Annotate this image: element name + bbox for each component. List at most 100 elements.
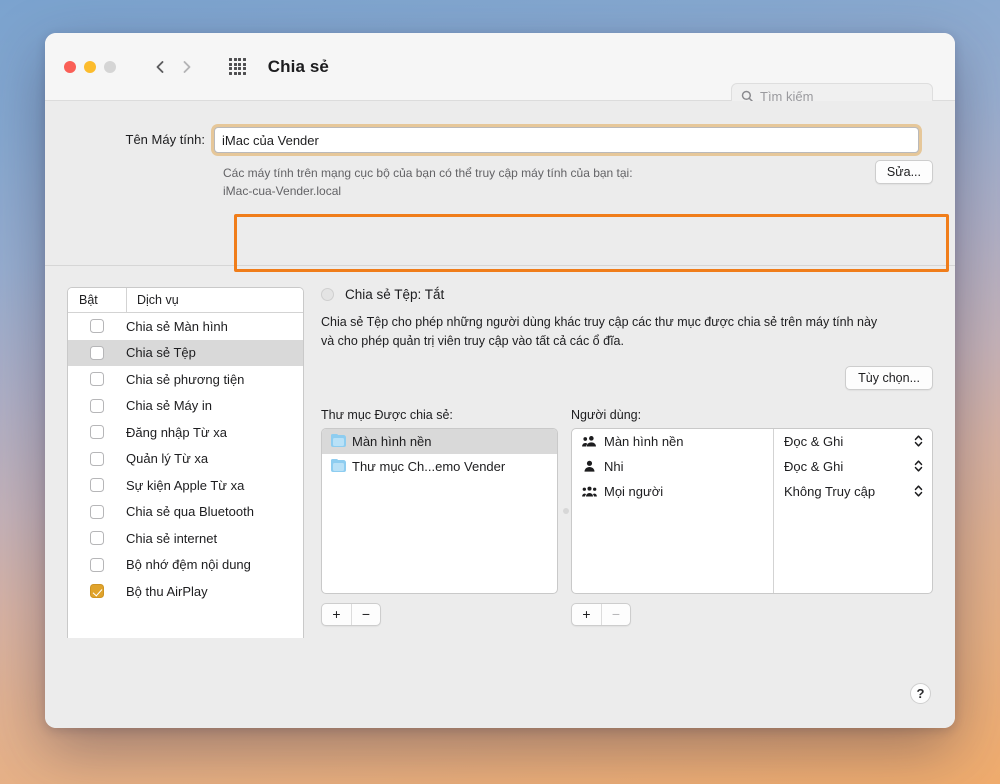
- service-label: Chia sẻ qua Bluetooth: [126, 504, 254, 520]
- service-status-row: Chia sẻ Tệp: Tắt: [321, 287, 933, 302]
- table-row[interactable]: Bộ thu AirPlay: [68, 578, 303, 605]
- permission-value: Không Truy cập: [784, 483, 876, 499]
- service-checkbox-wrap[interactable]: [68, 557, 126, 572]
- chevron-updown-icon[interactable]: [914, 484, 923, 498]
- shared-folders-list[interactable]: Màn hình nền Thư mục Ch...emo Vender: [321, 427, 558, 594]
- sharing-body: Bật Dịch vụ Chia sẻ Màn hình Chia sẻ Tệp…: [45, 266, 955, 638]
- service-checkbox[interactable]: [90, 451, 104, 466]
- table-row[interactable]: Quản lý Từ xa: [68, 446, 303, 473]
- table-row[interactable]: Bộ nhớ đệm nội dung: [68, 552, 303, 579]
- service-checkbox-wrap[interactable]: [68, 345, 126, 360]
- folder-icon: [331, 433, 346, 447]
- service-checkbox[interactable]: [90, 557, 104, 572]
- permission-value: Đọc & Ghi: [784, 458, 844, 474]
- computer-name-value: iMac của Vender: [222, 132, 319, 148]
- options-row: Tùy chọn...: [321, 365, 933, 390]
- computer-name-field[interactable]: iMac của Vender: [214, 127, 919, 153]
- list-item[interactable]: Thư mục Ch...emo Vender: [322, 454, 557, 479]
- column-header-service: Dịch vụ: [126, 288, 303, 312]
- table-row[interactable]: Chia sẻ Màn hình: [68, 313, 303, 340]
- hint-line-2: iMac-cua-Vender.local: [223, 184, 342, 198]
- service-checkbox[interactable]: [90, 504, 104, 519]
- service-checkbox-wrap[interactable]: [68, 425, 126, 440]
- navigation-arrows: [152, 59, 195, 75]
- edit-computer-name-button[interactable]: Sửa...: [874, 160, 933, 184]
- service-checkbox[interactable]: [90, 372, 104, 387]
- service-checkbox[interactable]: [90, 531, 104, 546]
- shared-folders-label: Thư mục Được chia sẻ:: [321, 407, 453, 422]
- table-row[interactable]: Chia sẻ Máy in: [68, 393, 303, 420]
- window-titlebar: Chia sẻ Tìm kiếm: [45, 33, 955, 110]
- user-name: Màn hình nền: [604, 433, 684, 449]
- user-name: Nhi: [604, 458, 624, 474]
- service-label: Chia sẻ Tệp: [126, 345, 196, 361]
- help-button[interactable]: ?: [910, 683, 931, 704]
- remove-folder-button[interactable]: −: [351, 603, 380, 625]
- chevron-left-icon[interactable]: [152, 59, 168, 75]
- table-row[interactable]: Chia sẻ phương tiện: [68, 366, 303, 393]
- computer-name-hint-row: Các máy tính trên mạng cục bộ của bạn có…: [67, 160, 933, 200]
- status-badge: Chia sẻ Tệp: Tắt: [345, 287, 445, 302]
- permission-select[interactable]: Đọc & Ghi: [774, 429, 932, 454]
- service-label: Chia sẻ internet: [126, 530, 218, 546]
- chevron-right-icon[interactable]: [179, 59, 195, 75]
- table-row[interactable]: Chia sẻ qua Bluetooth: [68, 499, 303, 526]
- service-detail-pane: Chia sẻ Tệp: Tắt Chia sẻ Tệp cho phép nh…: [321, 287, 933, 638]
- list-item[interactable]: Màn hình nền: [322, 428, 557, 454]
- lists-row: Màn hình nền Thư mục Ch...emo Vender Màn…: [321, 427, 933, 594]
- window-footer: ?: [45, 638, 955, 728]
- list-resize-handle[interactable]: [560, 428, 571, 594]
- chevron-updown-icon[interactable]: [914, 459, 923, 473]
- table-row[interactable]: Chia sẻ Tệp: [68, 339, 303, 366]
- table-row[interactable]: Sự kiện Apple Từ xa: [68, 472, 303, 499]
- services-table[interactable]: Bật Dịch vụ Chia sẻ Màn hình Chia sẻ Tệp…: [67, 287, 304, 638]
- service-label: Chia sẻ Màn hình: [126, 318, 228, 334]
- add-user-button[interactable]: +: [572, 604, 601, 625]
- hint-line-1: Các máy tính trên mạng cục bộ của bạn có…: [223, 166, 633, 180]
- service-label: Bộ nhớ đệm nội dung: [126, 557, 251, 573]
- service-status-indicator[interactable]: [321, 288, 334, 301]
- service-checkbox[interactable]: [90, 425, 104, 440]
- grid-apps-icon[interactable]: [229, 58, 246, 75]
- table-row[interactable]: Đăng nhập Từ xa: [68, 419, 303, 446]
- users-list[interactable]: Màn hình nền Nhi Mọi người Đọc & Ghi Đọc…: [571, 427, 933, 594]
- service-checkbox[interactable]: [90, 398, 104, 413]
- group-icon: [582, 436, 596, 447]
- service-checkbox-wrap[interactable]: [68, 372, 126, 387]
- service-checkbox[interactable]: [90, 345, 104, 360]
- service-label: Bộ thu AirPlay: [126, 583, 208, 599]
- service-checkbox-wrap[interactable]: [68, 398, 126, 413]
- list-item[interactable]: Nhi: [572, 454, 773, 479]
- list-controls-row: + − + −: [321, 602, 933, 626]
- service-checkbox-wrap[interactable]: [68, 478, 126, 493]
- everyone-icon: [582, 486, 597, 497]
- computer-name-row: Tên Máy tính: iMac của Vender: [67, 127, 933, 153]
- minimize-window-button[interactable]: [84, 60, 96, 73]
- add-folder-button[interactable]: +: [322, 604, 351, 625]
- list-labels-row: Thư mục Được chia sẻ: Người dùng:: [321, 408, 933, 422]
- service-checkbox-wrap[interactable]: [68, 584, 126, 599]
- service-checkbox-wrap[interactable]: [68, 451, 126, 466]
- service-checkbox-wrap[interactable]: [68, 531, 126, 546]
- users-permission-column: Đọc & Ghi Đọc & Ghi Không Truy cập: [774, 429, 932, 593]
- services-table-header: Bật Dịch vụ: [68, 288, 303, 313]
- service-checkbox-wrap[interactable]: [68, 319, 126, 334]
- folder-name: Màn hình nền: [352, 433, 432, 449]
- page-title: Chia sẻ: [267, 56, 329, 76]
- options-button[interactable]: Tùy chọn...: [845, 365, 933, 390]
- permission-select[interactable]: Không Truy cập: [774, 479, 932, 504]
- computer-name-panel: Tên Máy tính: iMac của Vender Các máy tí…: [45, 101, 955, 272]
- list-item[interactable]: Mọi người: [572, 479, 773, 504]
- service-checkbox[interactable]: [90, 478, 104, 493]
- permission-select[interactable]: Đọc & Ghi: [774, 454, 932, 479]
- list-item[interactable]: Màn hình nền: [572, 429, 773, 454]
- folder-controls-slot: + −: [321, 602, 558, 626]
- folder-icon: [331, 458, 346, 472]
- close-window-button[interactable]: [64, 60, 76, 73]
- service-checkbox[interactable]: [90, 319, 104, 334]
- service-checkbox-wrap[interactable]: [68, 504, 126, 519]
- folder-name: Thư mục Ch...emo Vender: [352, 458, 506, 474]
- table-row[interactable]: Chia sẻ internet: [68, 525, 303, 552]
- service-checkbox[interactable]: [90, 584, 104, 599]
- chevron-updown-icon[interactable]: [914, 434, 923, 448]
